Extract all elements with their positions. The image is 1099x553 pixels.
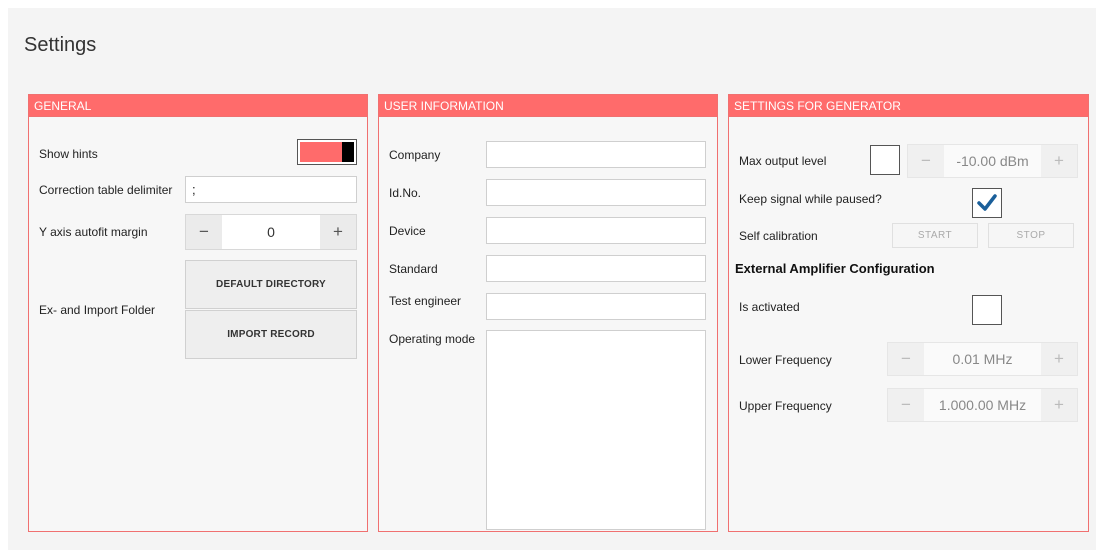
- toggle-knob: [342, 142, 354, 162]
- max-output-label: Max output level: [739, 154, 827, 168]
- lower-frequency-plus-button[interactable]: +: [1041, 343, 1077, 375]
- keep-signal-label: Keep signal while paused?: [739, 192, 882, 206]
- folder-label: Ex- and Import Folder: [39, 303, 156, 317]
- stop-calibration-button[interactable]: STOP: [988, 223, 1074, 248]
- general-panel: GENERAL Show hints Correction table deli…: [28, 94, 368, 532]
- settings-window: Settings GENERAL Show hints Correction t…: [8, 8, 1096, 550]
- start-calibration-button[interactable]: START: [892, 223, 978, 248]
- idno-label: Id.No.: [389, 186, 422, 200]
- user-info-panel: USER INFORMATION Company Id.No. Device S…: [378, 94, 718, 532]
- default-directory-button[interactable]: DEFAULT DIRECTORY: [185, 260, 357, 309]
- page-title: Settings: [24, 34, 97, 56]
- operating-mode-input[interactable]: [486, 330, 706, 530]
- checkmark-icon: [977, 194, 997, 211]
- standard-input[interactable]: [486, 255, 706, 282]
- generator-panel-header: SETTINGS FOR GENERATOR: [729, 95, 1088, 117]
- yaxis-margin-label: Y axis autofit margin: [39, 225, 148, 239]
- idno-input[interactable]: [486, 179, 706, 206]
- delimiter-label: Correction table delimiter: [39, 183, 173, 197]
- generator-panel: SETTINGS FOR GENERATOR Max output level …: [728, 94, 1089, 532]
- device-label: Device: [389, 224, 426, 238]
- yaxis-margin-value[interactable]: 0: [222, 215, 320, 249]
- delimiter-input[interactable]: ;: [185, 176, 357, 203]
- max-output-checkbox[interactable]: [870, 145, 900, 175]
- lower-frequency-stepper: − 0.01 MHz +: [887, 342, 1078, 376]
- upper-frequency-minus-button[interactable]: −: [888, 389, 924, 421]
- test-engineer-input[interactable]: [486, 293, 706, 320]
- test-engineer-label: Test engineer: [389, 294, 462, 308]
- self-calibration-label: Self calibration: [739, 229, 818, 243]
- upper-frequency-stepper: − 1.000.00 MHz +: [887, 388, 1078, 422]
- upper-frequency-label: Upper Frequency: [739, 399, 832, 413]
- toggle-fill: [300, 142, 342, 162]
- is-activated-checkbox[interactable]: [972, 295, 1002, 325]
- device-input[interactable]: [486, 217, 706, 244]
- company-input[interactable]: [486, 141, 706, 168]
- operating-mode-label: Operating mode: [389, 332, 476, 346]
- max-output-value[interactable]: -10.00 dBm: [944, 145, 1041, 177]
- max-output-plus-button[interactable]: +: [1041, 145, 1077, 177]
- lower-frequency-value[interactable]: 0.01 MHz: [924, 343, 1041, 375]
- is-activated-label: Is activated: [739, 300, 800, 314]
- max-output-stepper: − -10.00 dBm +: [907, 144, 1078, 178]
- company-label: Company: [389, 148, 441, 162]
- external-amplifier-title: External Amplifier Configuration: [735, 261, 935, 276]
- show-hints-toggle[interactable]: [297, 139, 357, 165]
- import-record-button[interactable]: IMPORT RECORD: [185, 310, 357, 359]
- lower-frequency-minus-button[interactable]: −: [888, 343, 924, 375]
- lower-frequency-label: Lower Frequency: [739, 353, 832, 367]
- upper-frequency-plus-button[interactable]: +: [1041, 389, 1077, 421]
- upper-frequency-value[interactable]: 1.000.00 MHz: [924, 389, 1041, 421]
- general-panel-header: GENERAL: [29, 95, 367, 117]
- yaxis-plus-button[interactable]: +: [320, 215, 356, 249]
- keep-signal-checkbox[interactable]: [972, 188, 1002, 218]
- standard-label: Standard: [389, 262, 438, 276]
- yaxis-minus-button[interactable]: −: [186, 215, 222, 249]
- max-output-minus-button[interactable]: −: [908, 145, 944, 177]
- user-info-panel-header: USER INFORMATION: [379, 95, 717, 117]
- show-hints-label: Show hints: [39, 147, 98, 161]
- yaxis-margin-stepper: − 0 +: [185, 214, 357, 250]
